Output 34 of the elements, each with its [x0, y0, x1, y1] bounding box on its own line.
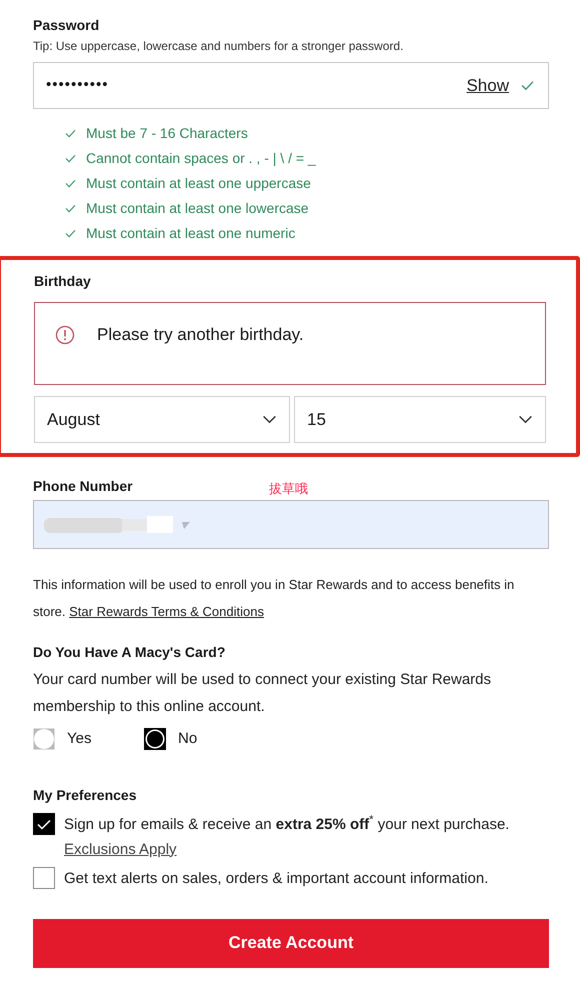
checkbox-label: Get text alerts on sales, orders & important account information.	[64, 868, 488, 888]
section-heading: Do You Have A Macy's Card?	[33, 643, 226, 661]
error-icon	[55, 325, 75, 345]
chevron-icon	[262, 415, 277, 424]
terms-link[interactable]: Star Rewards Terms & Conditions	[69, 604, 264, 619]
checkbox[interactable]	[33, 812, 55, 834]
password-tip: Tip: Use uppercase, lowercase and numbers for a stronger password.	[33, 39, 404, 54]
rule-text: Must contain at least one lowercase	[86, 199, 309, 218]
checkbox[interactable]	[33, 866, 55, 888]
checkbox-label: Sign up for emails & receive an extra 25% off$^{*}$ your next purchase.	[64, 812, 510, 834]
show-link[interactable]: Show	[466, 72, 509, 98]
chevron-icon	[518, 415, 533, 424]
section-heading: My Preferences	[33, 786, 138, 804]
rule-text: Must contain at least one uppercase	[86, 174, 311, 193]
month-select[interactable]: August	[34, 396, 290, 443]
card-description: Your card number will be used to connect your existing Star Rewards membership to this online account.	[33, 670, 492, 717]
field-label: Phone Number	[33, 477, 133, 495]
phone-field[interactable]	[33, 500, 549, 549]
radio-option[interactable]: No	[144, 728, 198, 750]
info-text: This information will be used to enroll you in Star Rewards and to access benefits in store. Star Rewards Terms & Conditions	[33, 576, 516, 621]
rule-text: Must contain at least one numeric	[86, 224, 296, 243]
password-field[interactable]: •••••••••• Show	[33, 62, 549, 109]
rule-text: Cannot contain spaces or . , - | \ / = _	[86, 149, 316, 168]
radio-option[interactable]: Yes	[33, 728, 144, 750]
day-select[interactable]: 15	[294, 396, 546, 443]
error-message: Please try another birthday.	[97, 324, 304, 346]
radio-button[interactable]	[144, 728, 166, 750]
radio-button[interactable]	[33, 728, 55, 750]
field-label: Password	[33, 16, 100, 34]
create-account-button[interactable]: Create Account	[33, 918, 549, 968]
rule-text: Must be 7 - 16 Characters	[86, 124, 248, 143]
annotation-note: 拔草哦	[269, 481, 308, 499]
exclusions-link[interactable]: Exclusions Apply	[64, 836, 177, 862]
field-label: Birthday	[34, 272, 92, 290]
